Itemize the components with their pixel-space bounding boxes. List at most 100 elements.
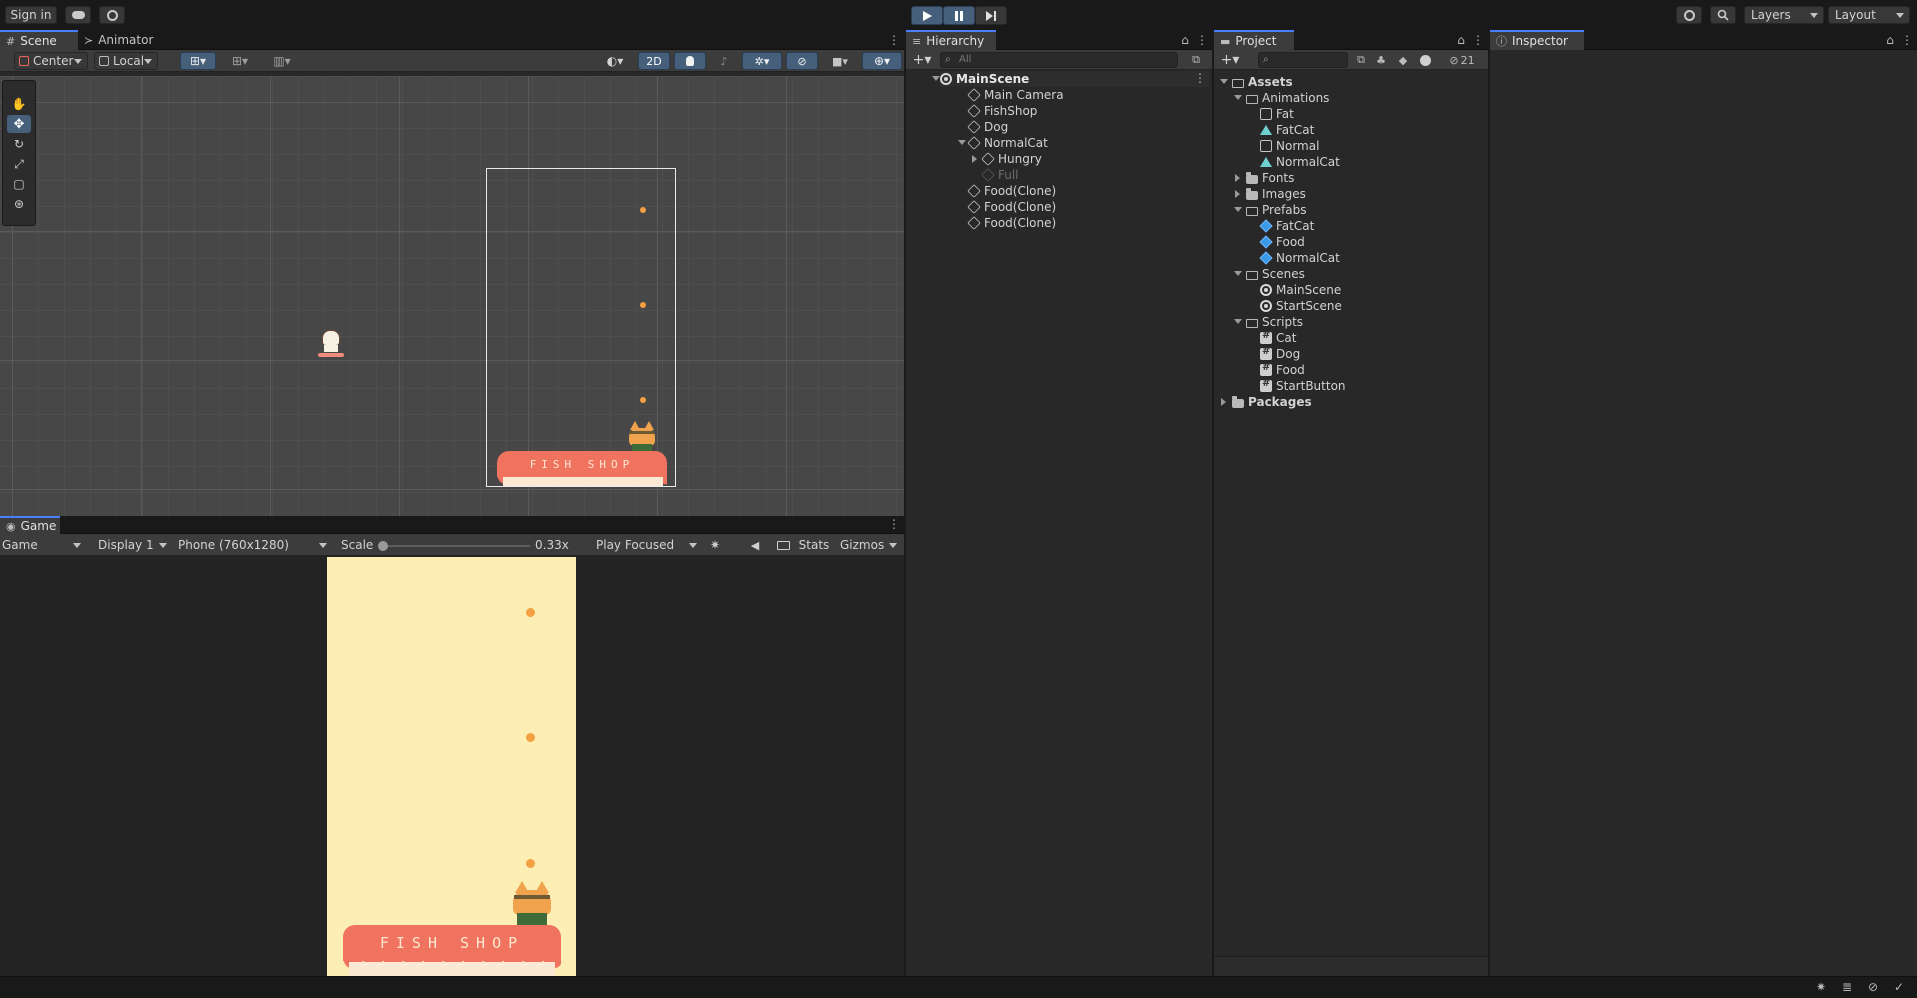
- scene-viewport[interactable]: ✋ ✥ ↻ ⤢ ▢ ⊛ FISH SHOP: [0, 76, 904, 516]
- rect-tool-button[interactable]: ▢: [7, 175, 31, 193]
- undo-history-button[interactable]: [1676, 6, 1702, 24]
- filter-by-type-button[interactable]: ♣: [1372, 51, 1390, 69]
- tree-item-food-clone[interactable]: Food(Clone): [967, 183, 1056, 199]
- collapse-arrow-icon[interactable]: [932, 76, 940, 81]
- audio-button[interactable]: ♪: [710, 52, 738, 70]
- effects-button[interactable]: ✲▾: [742, 52, 782, 70]
- dog-sprite[interactable]: [318, 324, 344, 358]
- layers-dropdown[interactable]: Layers: [1744, 6, 1824, 24]
- food-sprite[interactable]: [640, 397, 646, 403]
- project-item-prefabs[interactable]: Prefabs: [1234, 202, 1307, 218]
- tree-item-hungry[interactable]: Hungry: [972, 151, 1042, 167]
- mode-2d-button[interactable]: 2D: [638, 52, 670, 70]
- project-item-startbutton-script[interactable]: StartButton: [1260, 378, 1346, 394]
- normal-cat-sprite[interactable]: [622, 417, 662, 453]
- play-focused-dropdown[interactable]: Play Focused: [590, 536, 702, 554]
- scale-tool-button[interactable]: ⤢: [7, 155, 31, 173]
- pivot-dropdown[interactable]: Center: [14, 52, 88, 70]
- gizmos-toggle-button[interactable]: ⊕▾: [862, 52, 902, 70]
- rotate-tool-button[interactable]: ↻: [7, 135, 31, 153]
- hidden-packages-button[interactable]: ⊘ 21: [1442, 51, 1482, 69]
- gizmos-dropdown[interactable]: Gizmos: [834, 536, 902, 554]
- tree-item-main-camera[interactable]: Main Camera: [967, 87, 1064, 103]
- lock-icon[interactable]: ⌂: [1456, 32, 1466, 48]
- favorites-button[interactable]: [1416, 51, 1434, 69]
- food-sprite[interactable]: [640, 302, 646, 308]
- move-tool-button[interactable]: ✥: [7, 115, 31, 133]
- project-item-scripts[interactable]: Scripts: [1234, 314, 1303, 330]
- project-search-input[interactable]: ⌕: [1258, 52, 1348, 68]
- inspector-menu-icon[interactable]: ⋮: [1901, 32, 1913, 48]
- check-icon[interactable]: ✓: [1894, 980, 1904, 994]
- keyboard-button[interactable]: [772, 536, 794, 554]
- lock-icon[interactable]: ⌂: [1180, 32, 1190, 48]
- game-view-dropdown[interactable]: Game: [0, 536, 86, 554]
- search-button[interactable]: [1710, 6, 1736, 24]
- create-button[interactable]: +▾: [910, 51, 934, 69]
- collapse-arrow-icon[interactable]: [1234, 319, 1242, 324]
- pause-button[interactable]: [943, 6, 975, 25]
- project-item-normalcat-prefab[interactable]: NormalCat: [1259, 250, 1340, 266]
- hand-tool-button[interactable]: ✋: [7, 95, 31, 113]
- scale-slider-thumb[interactable]: [378, 541, 388, 551]
- project-item-normal[interactable]: Normal: [1260, 138, 1319, 154]
- expand-arrow-icon[interactable]: [1221, 398, 1226, 406]
- collapse-arrow-icon[interactable]: [1220, 79, 1228, 84]
- project-item-cat-script[interactable]: Cat: [1260, 330, 1296, 346]
- cache-server-icon[interactable]: ≣: [1842, 980, 1852, 994]
- camera-button[interactable]: ■▾: [822, 52, 858, 70]
- scene-shop-awning[interactable]: FISH SHOP: [497, 451, 667, 485]
- scene-search-button[interactable]: ⧉: [1186, 51, 1206, 69]
- food-sprite[interactable]: [640, 207, 646, 213]
- stats-button[interactable]: Stats: [796, 536, 832, 554]
- scale-slider[interactable]: [378, 541, 530, 551]
- collapse-arrow-icon[interactable]: [1234, 207, 1242, 212]
- project-item-fat[interactable]: Fat: [1260, 106, 1294, 122]
- tree-item-fishshop[interactable]: FishShop: [967, 103, 1037, 119]
- project-item-normalcat-clip[interactable]: NormalCat: [1260, 154, 1340, 170]
- tree-item-food-clone[interactable]: Food(Clone): [967, 215, 1056, 231]
- project-item-startscene[interactable]: StartScene: [1260, 298, 1342, 314]
- lock-icon[interactable]: ⌂: [1885, 32, 1895, 48]
- resolution-dropdown[interactable]: Phone (760x1280): [172, 536, 332, 554]
- tab-hierarchy[interactable]: ≡ Hierarchy: [906, 30, 996, 50]
- play-button[interactable]: [911, 6, 943, 25]
- step-button[interactable]: [975, 6, 1007, 25]
- expand-arrow-icon[interactable]: [1235, 174, 1240, 182]
- project-item-dog-script[interactable]: Dog: [1260, 346, 1300, 362]
- hidden-objects-button[interactable]: ⊘: [786, 52, 818, 70]
- tab-animator[interactable]: ≻ Animator: [78, 30, 168, 50]
- expand-arrow-icon[interactable]: [972, 155, 977, 163]
- project-item-fatcat-prefab[interactable]: FatCat: [1259, 218, 1314, 234]
- project-item-mainscene[interactable]: MainScene: [1260, 282, 1341, 298]
- lighting-button[interactable]: [674, 52, 706, 70]
- create-asset-button[interactable]: +▾: [1218, 51, 1242, 69]
- tab-inspector[interactable]: ⓘ Inspector: [1490, 30, 1584, 50]
- tab-scene[interactable]: # Scene: [0, 30, 78, 50]
- search-by-type-button[interactable]: ⧉: [1352, 51, 1370, 69]
- tree-item-mainscene[interactable]: MainScene ⋮: [932, 71, 1210, 87]
- tree-item-dog[interactable]: Dog: [967, 119, 1008, 135]
- collab-button[interactable]: [99, 6, 125, 24]
- collapse-arrow-icon[interactable]: [958, 140, 966, 145]
- game-viewport[interactable]: FISH SHOP: [327, 557, 576, 976]
- tree-item-full[interactable]: Full: [981, 167, 1019, 183]
- cloud-button[interactable]: [65, 6, 91, 24]
- project-item-fonts[interactable]: Fonts: [1235, 170, 1294, 186]
- tab-game[interactable]: ◉ Game: [0, 516, 60, 534]
- project-item-food-prefab[interactable]: Food: [1259, 234, 1305, 250]
- collapse-arrow-icon[interactable]: [1234, 95, 1242, 100]
- transform-tool-button[interactable]: ⊛: [7, 195, 31, 213]
- auto-generate-lighting-icon[interactable]: ⊘: [1868, 980, 1878, 994]
- debug-button[interactable]: ✷: [704, 536, 726, 554]
- project-item-scenes[interactable]: Scenes: [1234, 266, 1305, 282]
- expand-arrow-icon[interactable]: [1235, 190, 1240, 198]
- layout-dropdown[interactable]: Layout: [1828, 6, 1910, 24]
- hierarchy-menu-icon[interactable]: ⋮: [1196, 32, 1208, 48]
- project-item-fatcat-clip[interactable]: FatCat: [1260, 122, 1314, 138]
- space-dropdown[interactable]: Local: [94, 52, 158, 70]
- grid-snap-button[interactable]: ⊞▾: [180, 52, 216, 70]
- sign-in-button[interactable]: Sign in: [5, 6, 57, 24]
- project-item-packages[interactable]: Packages: [1221, 394, 1312, 410]
- project-item-food-script[interactable]: Food: [1260, 362, 1305, 378]
